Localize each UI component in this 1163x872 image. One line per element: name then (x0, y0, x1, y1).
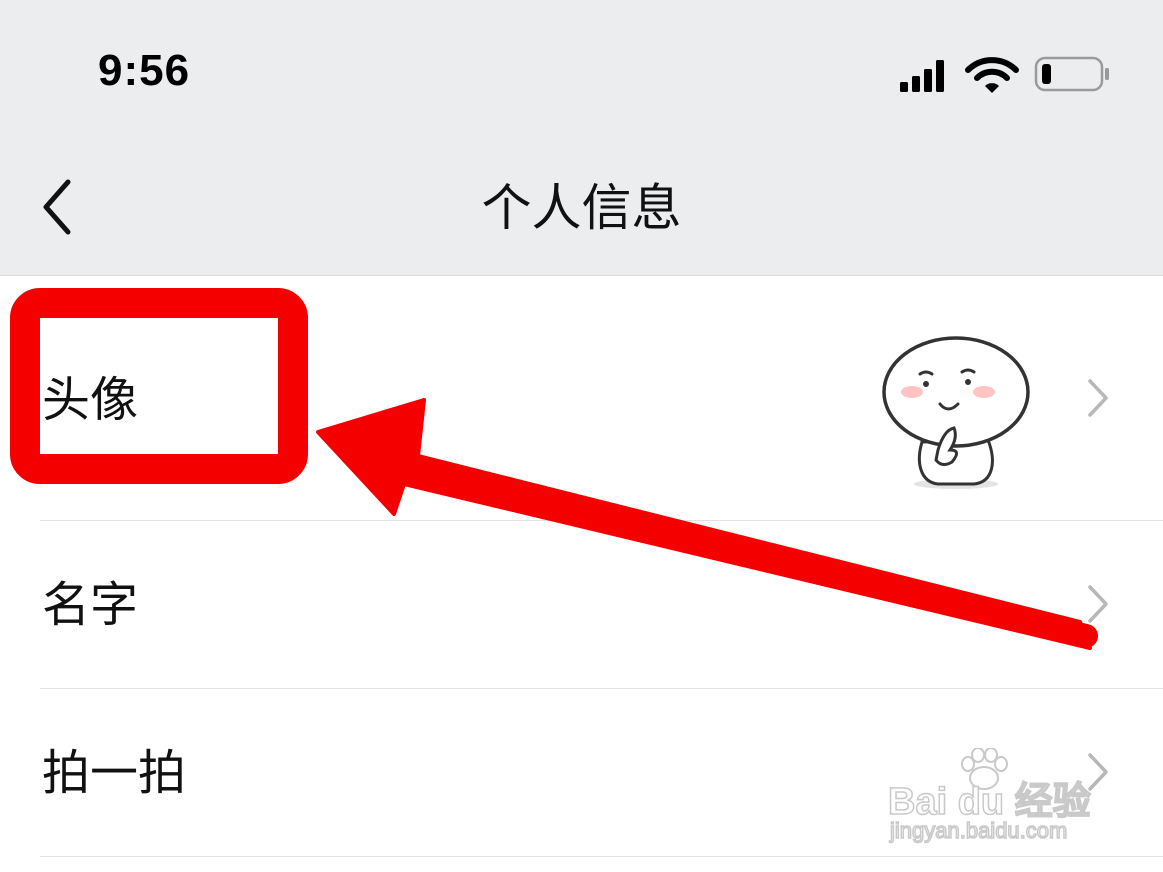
chevron-right-icon (1088, 753, 1108, 791)
chevron-right-icon (1088, 379, 1108, 417)
status-time: 9:56 (98, 46, 191, 95)
pat-row-label: 拍一拍 (42, 745, 187, 801)
status-icons (900, 56, 1109, 93)
status-bar: 9:56 (0, 0, 1163, 140)
avatar-row-label: 头像 (42, 372, 139, 428)
page-title: 个人信息 (481, 179, 682, 237)
name-row-label: 名字 (42, 577, 139, 633)
avatar[interactable] (878, 334, 1038, 492)
cellular-signal-icon (900, 60, 944, 92)
pat-row[interactable]: 拍一拍 (0, 689, 1163, 855)
name-row[interactable]: 名字 (0, 521, 1163, 687)
battery-icon (1034, 56, 1109, 92)
wifi-icon (965, 57, 1019, 93)
divider (40, 856, 1163, 857)
chevron-right-icon (1088, 585, 1108, 623)
